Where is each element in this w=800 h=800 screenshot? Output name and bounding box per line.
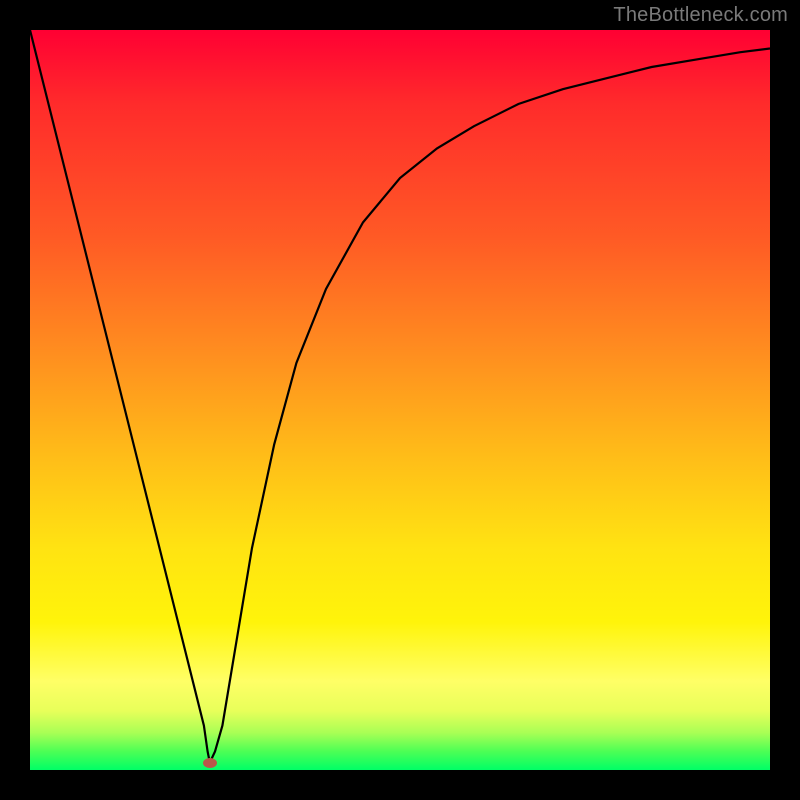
curve-svg xyxy=(30,30,770,770)
watermark-text: TheBottleneck.com xyxy=(613,4,788,27)
chart-frame: TheBottleneck.com xyxy=(0,0,800,800)
minimum-marker xyxy=(203,758,217,768)
curve-path xyxy=(30,30,770,763)
plot-area xyxy=(30,30,770,770)
